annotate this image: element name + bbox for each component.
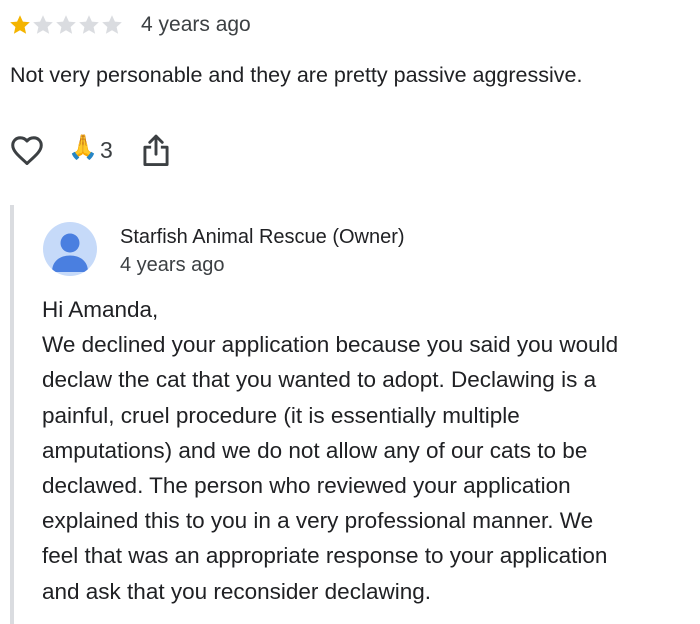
review-actions: 🙏 3 xyxy=(8,130,173,170)
reply-line: declawed. The person who reviewed your a… xyxy=(42,473,571,499)
reply-line: feel that was an appropriate response to… xyxy=(42,543,608,569)
heart-outline-icon xyxy=(11,136,43,165)
owner-reply-time: 4 years ago xyxy=(120,254,225,276)
person-avatar-icon xyxy=(52,233,88,272)
review-text: Not very personable and they are pretty … xyxy=(10,63,583,87)
reaction-count: 3 xyxy=(100,136,113,163)
folded-hands-emoji-icon: 🙏 xyxy=(68,134,98,161)
share-icon xyxy=(143,134,169,166)
review-time: 4 years ago xyxy=(141,13,251,36)
reply-line: declaw the cat that you wanted to adopt.… xyxy=(42,367,597,393)
owner-name: Starfish Animal Rescue (Owner) xyxy=(120,226,405,248)
reply-line: painful, cruel procedure (it is essentia… xyxy=(42,402,520,428)
like-button[interactable] xyxy=(8,131,46,169)
star-empty-icon xyxy=(79,15,99,34)
reply-line: We declined your application because you… xyxy=(42,332,619,358)
star-empty-icon xyxy=(56,15,76,34)
reaction-button[interactable]: 🙏 3 xyxy=(46,136,113,164)
owner-reply-text: Hi Amanda, We declined your application b… xyxy=(42,292,618,609)
share-button[interactable] xyxy=(113,132,173,168)
star-empty-icon xyxy=(33,15,53,34)
star-filled-icon xyxy=(10,15,30,34)
review-header: 4 years ago xyxy=(8,10,251,40)
reply-line: explained this to you in a very professi… xyxy=(42,508,594,534)
reply-line: Hi Amanda, xyxy=(42,297,159,322)
star-empty-icon xyxy=(102,15,122,34)
reply-line: and ask that you reconsider declawing. xyxy=(42,578,431,604)
owner-avatar xyxy=(43,222,97,276)
owner-reply: Starfish Animal Rescue (Owner) 4 years a… xyxy=(10,205,700,624)
reply-line: amputations) and we do not allow any of … xyxy=(42,437,588,463)
star-rating xyxy=(8,13,123,37)
